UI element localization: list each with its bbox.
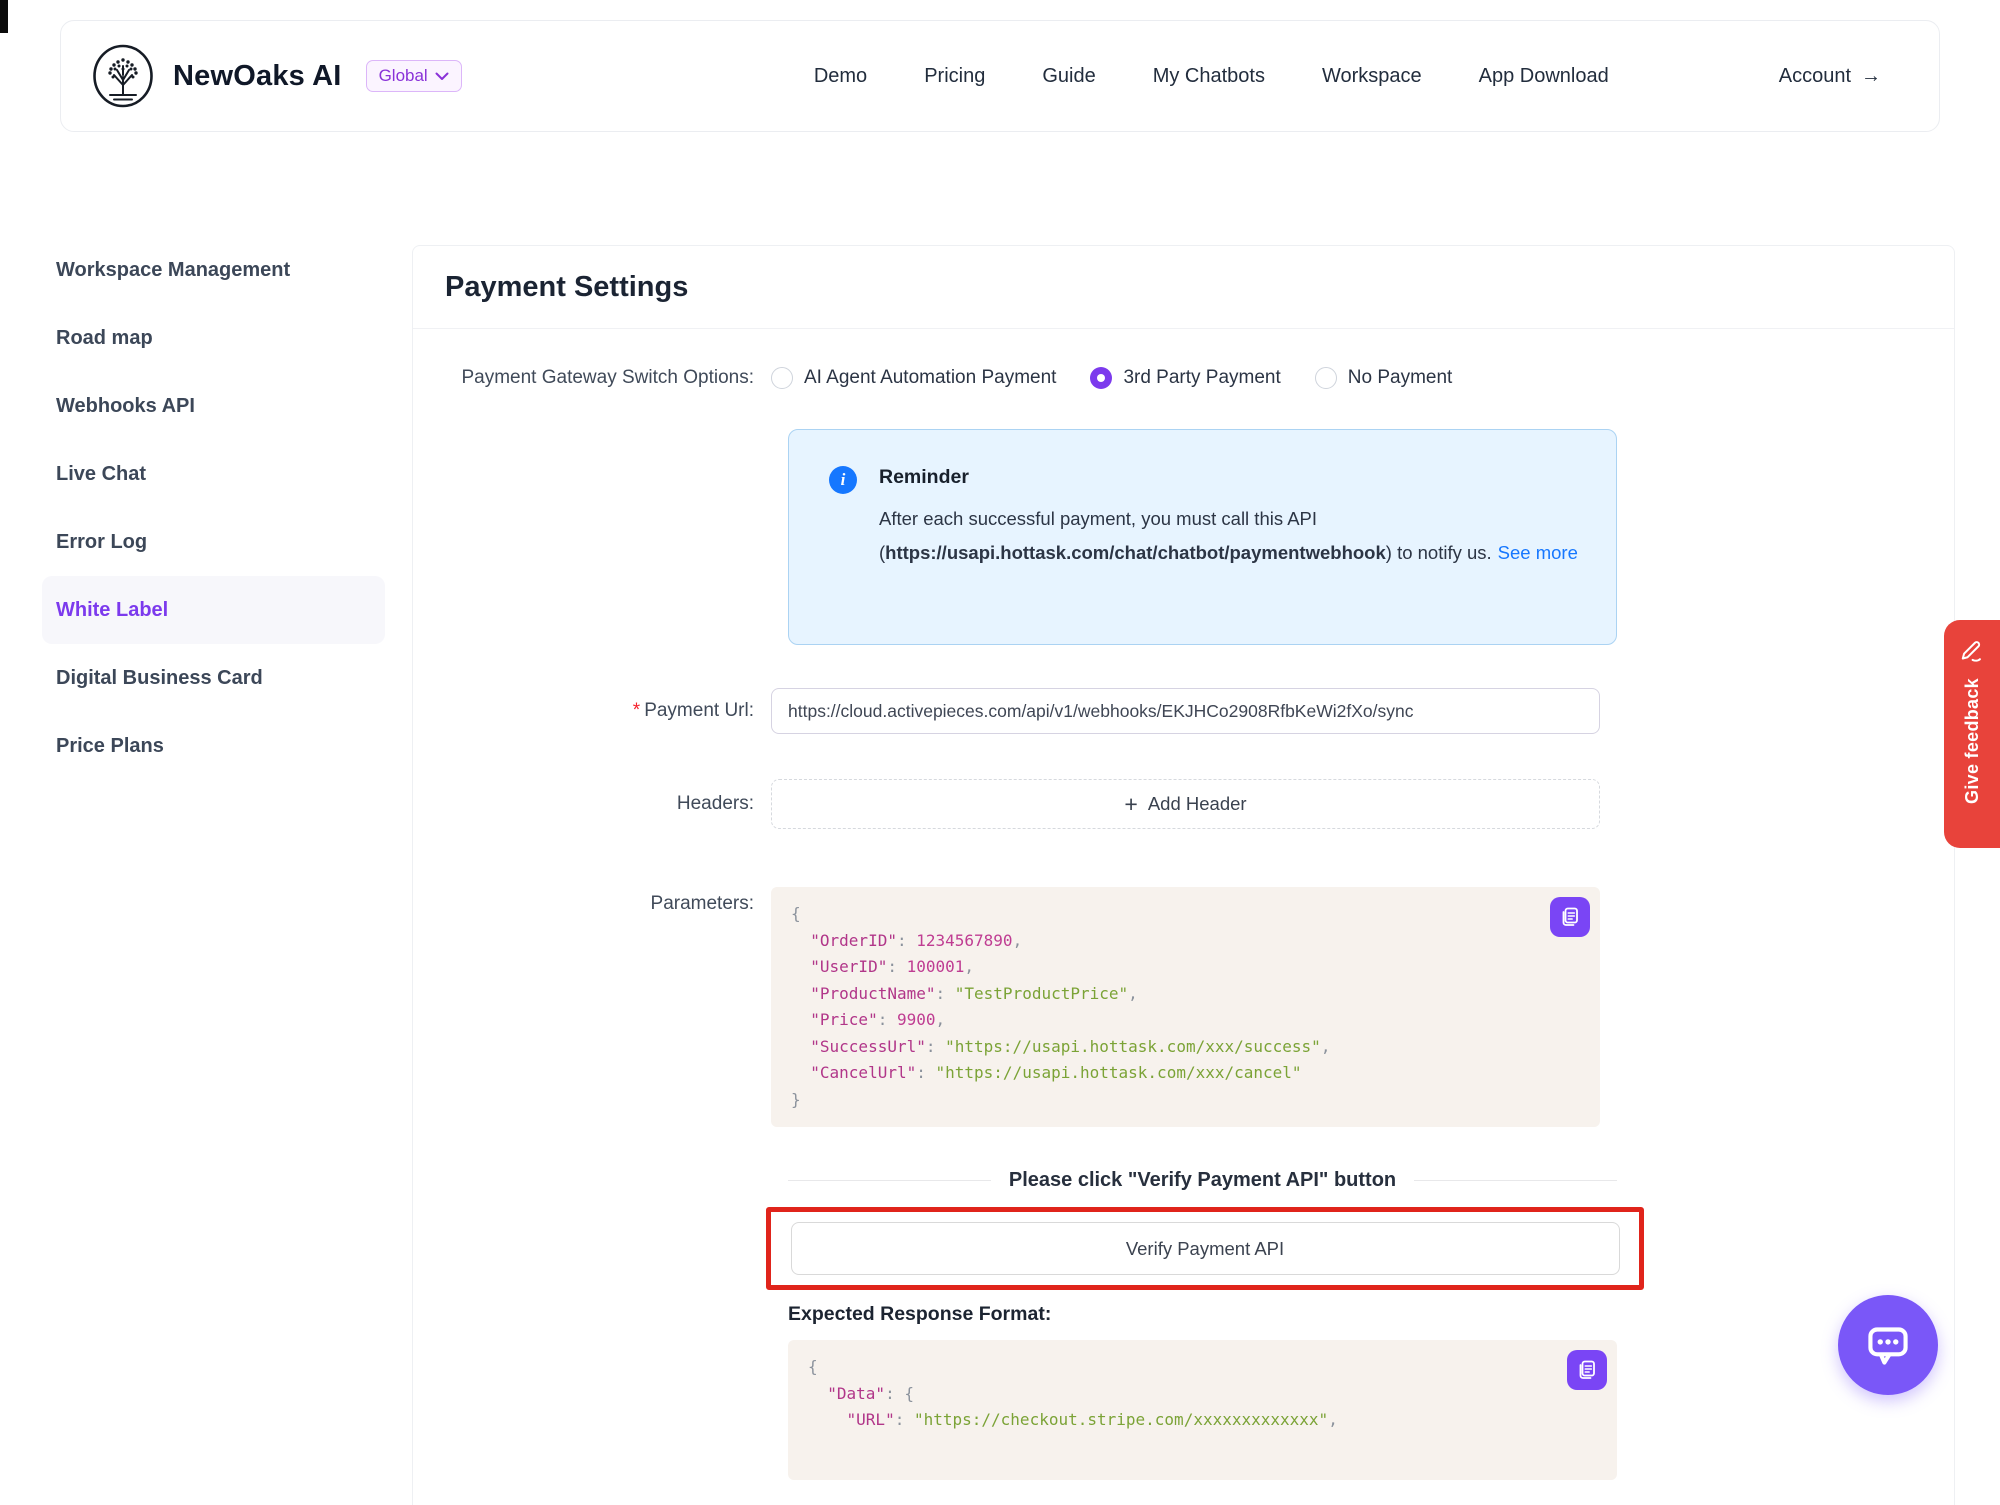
verify-payment-api-button[interactable]: Verify Payment API (791, 1222, 1620, 1275)
radio-label: 3rd Party Payment (1123, 367, 1280, 389)
code-line: "URL": "https://checkout.stripe.com/xxxx… (808, 1407, 1597, 1434)
page-title: Payment Settings (413, 246, 1954, 329)
nav-item-workspace[interactable]: Workspace (1322, 65, 1422, 88)
payment-settings-form: Payment Gateway Switch Options: AI Agent… (413, 329, 1954, 1480)
region-label: Global (379, 66, 428, 86)
radio-circle-icon (1090, 367, 1112, 389)
reminder-webhook-url: https://usapi.hottask.com/chat/chatbot/p… (885, 542, 1386, 563)
pencil-icon (1958, 636, 1986, 664)
copy-response-button[interactable] (1567, 1350, 1607, 1390)
code-line: "UserID": 100001, (791, 954, 1580, 981)
reminder-alert: i Reminder After each successful payment… (788, 429, 1617, 645)
sidebar-item-workspace-management[interactable]: Workspace Management (42, 236, 385, 304)
settings-sidebar: Workspace Management Road map Webhooks A… (42, 236, 385, 780)
sidebar-item-error-log[interactable]: Error Log (42, 508, 385, 576)
chat-widget-button[interactable] (1838, 1295, 1938, 1395)
radio-circle-icon (771, 367, 793, 389)
radio-label: No Payment (1348, 367, 1453, 389)
radio-ai-agent-automation-payment[interactable]: AI Agent Automation Payment (771, 367, 1056, 389)
radio-3rd-party-payment[interactable]: 3rd Party Payment (1090, 367, 1280, 389)
sidebar-item-live-chat[interactable]: Live Chat (42, 440, 385, 508)
give-feedback-tab[interactable]: Give feedback (1944, 620, 2000, 848)
gateway-radio-group: AI Agent Automation Payment 3rd Party Pa… (771, 367, 1486, 389)
sidebar-item-white-label[interactable]: White Label (42, 576, 385, 644)
sidebar-item-digital-business-card[interactable]: Digital Business Card (42, 644, 385, 712)
give-feedback-label: Give feedback (1962, 678, 1983, 804)
account-link[interactable]: Account → (1779, 65, 1881, 88)
expected-response-code-block: { "Data": { "URL": "https://checkout.str… (788, 1340, 1617, 1480)
divider-line (1414, 1180, 1617, 1181)
sidebar-item-label: Price Plans (56, 735, 164, 758)
sidebar-item-webhooks-api[interactable]: Webhooks API (42, 372, 385, 440)
required-asterisk: * (633, 700, 640, 721)
parameters-row: Parameters: { "OrderID": 1234567890, "Us… (413, 887, 1954, 1127)
nav-item-demo[interactable]: Demo (814, 65, 867, 88)
instruction-divider: Please click "Verify Payment API" button (788, 1169, 1617, 1192)
see-more-link[interactable]: See more (1498, 542, 1578, 563)
brand-name: NewOaks AI (173, 60, 342, 93)
sidebar-item-price-plans[interactable]: Price Plans (42, 712, 385, 780)
red-highlight-annotation: Verify Payment API (766, 1207, 1644, 1290)
instruction-text: Please click "Verify Payment API" button (1009, 1169, 1396, 1192)
reminder-body: After each successful payment, you must … (879, 502, 1579, 570)
account-label: Account (1779, 65, 1851, 88)
headers-row: Headers: + Add Header (413, 779, 1954, 829)
plus-icon: + (1124, 793, 1137, 816)
copy-document-icon (1558, 905, 1582, 929)
code-line: { (791, 901, 1580, 928)
screen-edge-artifact (0, 0, 8, 33)
nav-item-app-download[interactable]: App Download (1479, 65, 1609, 88)
code-line: "Data": { (808, 1381, 1597, 1408)
radio-circle-icon (1315, 367, 1337, 389)
sidebar-item-label: Road map (56, 327, 153, 350)
top-navigation-bar: NewOaks AI Global Demo Pricing Guide My … (60, 20, 1940, 132)
parameters-label: Parameters: (413, 887, 771, 915)
payment-settings-panel: Payment Settings Payment Gateway Switch … (412, 245, 1955, 1505)
nav-item-my-chatbots[interactable]: My Chatbots (1153, 65, 1265, 88)
arrow-right-icon: → (1861, 65, 1881, 88)
copy-document-icon (1575, 1358, 1599, 1382)
gateway-options-row: Payment Gateway Switch Options: AI Agent… (413, 367, 1954, 389)
sidebar-item-label: Error Log (56, 531, 147, 554)
payment-url-input[interactable]: https://cloud.activepieces.com/api/v1/we… (771, 688, 1600, 734)
reminder-title: Reminder (879, 466, 1576, 489)
payment-url-row: *Payment Url: https://cloud.activepieces… (413, 688, 1954, 734)
code-line: } (791, 1087, 1580, 1114)
main-nav: Demo Pricing Guide My Chatbots Workspace… (814, 65, 1609, 88)
payment-url-label: *Payment Url: (413, 700, 771, 722)
reminder-text: ) to notify us. (1386, 542, 1492, 563)
sidebar-item-label: Workspace Management (56, 259, 290, 282)
sidebar-item-label: Digital Business Card (56, 667, 263, 690)
radio-no-payment[interactable]: No Payment (1315, 367, 1453, 389)
code-line: "CancelUrl": "https://usapi.hottask.com/… (791, 1060, 1580, 1087)
code-line: "OrderID": 1234567890, (791, 928, 1580, 955)
divider-line (788, 1180, 991, 1181)
chat-bubble-icon (1857, 1314, 1919, 1376)
nav-item-pricing[interactable]: Pricing (924, 65, 985, 88)
gateway-options-label: Payment Gateway Switch Options: (413, 367, 771, 389)
newoaks-tree-logo-icon (91, 44, 155, 108)
payment-url-value: https://cloud.activepieces.com/api/v1/we… (788, 701, 1413, 722)
expected-response-label: Expected Response Format: (788, 1303, 1954, 1326)
parameters-code-block: { "OrderID": 1234567890, "UserID": 10000… (771, 887, 1600, 1127)
add-header-label: Add Header (1148, 793, 1247, 815)
code-line: "Price": 9900, (791, 1007, 1580, 1034)
payment-url-label-text: Payment Url: (644, 700, 754, 721)
sidebar-item-label: Live Chat (56, 463, 146, 486)
copy-parameters-button[interactable] (1550, 897, 1590, 937)
code-line: { (808, 1354, 1597, 1381)
info-icon: i (829, 466, 857, 494)
nav-item-guide[interactable]: Guide (1042, 65, 1095, 88)
sidebar-item-label: White Label (56, 599, 168, 622)
code-line: "SuccessUrl": "https://usapi.hottask.com… (791, 1034, 1580, 1061)
region-selector[interactable]: Global (366, 60, 462, 92)
sidebar-item-road-map[interactable]: Road map (42, 304, 385, 372)
headers-label: Headers: (413, 793, 771, 815)
radio-label: AI Agent Automation Payment (804, 367, 1056, 389)
add-header-button[interactable]: + Add Header (771, 779, 1600, 829)
code-line: "ProductName": "TestProductPrice", (791, 981, 1580, 1008)
sidebar-item-label: Webhooks API (56, 395, 195, 418)
chevron-down-icon (435, 72, 449, 81)
